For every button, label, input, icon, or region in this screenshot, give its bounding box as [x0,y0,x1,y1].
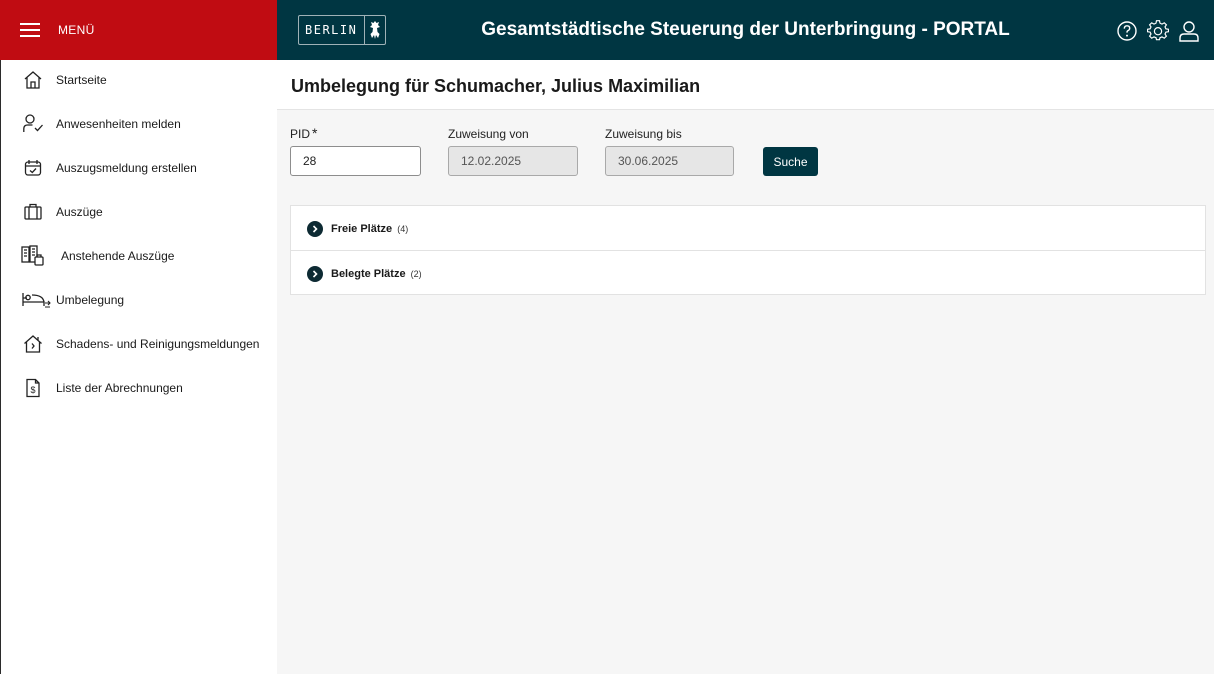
accordion-item-belegte-plaetze[interactable]: Belegte Plätze (2) [291,250,1205,294]
page-title: Umbelegung für Schumacher, Julius Maximi… [291,76,701,96]
accordion-title: Belegte Plätze (2) [331,268,422,280]
sidebar-item-schadensmeldungen[interactable]: Schadens- und Reinigungsmeldungen [1,324,278,364]
zuweisung-von-field [448,146,578,176]
calendar-check-icon [23,158,43,178]
sidebar-item-auszugsmeldung[interactable]: Auszugsmeldung erstellen [1,148,278,188]
berlin-logo[interactable]: BERLIN [298,15,386,45]
house-alert-icon [23,334,43,354]
page-title-bar: Umbelegung für Schumacher, Julius Maximi… [277,60,1214,110]
main-content: Umbelegung für Schumacher, Julius Maximi… [277,60,1214,674]
accordion: Freie Plätze (4) Belegte Plätze (2) [290,205,1206,295]
bed-icon [22,290,52,310]
pid-label: PID * [290,125,318,141]
berlin-bear-icon [365,20,385,40]
required-mark: * [312,125,318,141]
menu-label: MENÜ [58,23,95,37]
berlin-logo-text: BERLIN [299,16,366,44]
sidebar-item-umbelegung[interactable]: Umbelegung [1,280,278,320]
sidebar-item-label: Liste der Abrechnungen [56,381,183,395]
chevron-right-icon [307,266,323,282]
buildings-icon [21,245,45,266]
sidebar-item-label: Startseite [56,73,107,87]
sidebar-item-startseite[interactable]: Startseite [1,60,278,100]
sidebar-item-label: Anwesenheiten melden [56,117,181,131]
sidebar-nav: Startseite Anwesenheiten melden Auszugsm… [0,60,277,674]
sidebar-item-auszuege[interactable]: Auszüge [1,192,278,232]
sidebar-item-label: Schadens- und Reinigungsmeldungen [56,337,260,351]
sidebar-item-label: Auszugsmeldung erstellen [56,161,197,175]
sidebar-item-anwesenheiten[interactable]: Anwesenheiten melden [1,104,278,144]
home-icon [23,70,43,90]
zuweisung-von-label: Zuweisung von [448,127,529,141]
briefcase-icon [23,202,43,222]
hamburger-icon [20,23,40,37]
sidebar-item-label: Anstehende Auszüge [61,249,175,263]
sidebar-item-label: Auszüge [56,205,103,219]
accordion-title: Freie Plätze (4) [331,223,409,235]
sidebar-item-anstehende-auszuege[interactable]: Anstehende Auszüge [1,236,278,276]
accordion-item-freie-plaetze[interactable]: Freie Plätze (4) [291,206,1205,250]
invoice-icon: $ [23,378,43,398]
accordion-count: (2) [410,269,422,279]
svg-text:$: $ [30,385,35,395]
chevron-right-icon [307,221,323,237]
zuweisung-bis-field [605,146,734,176]
search-button[interactable]: Suche [763,147,818,176]
menu-toggle-button[interactable]: MENÜ [0,0,277,60]
sidebar-item-abrechnungen[interactable]: $ Liste der Abrechnungen [1,368,278,408]
gear-icon[interactable] [1147,20,1169,42]
top-header: BERLIN Gesamtstädtische Steuerung der Un… [277,0,1214,60]
user-check-icon [23,114,43,134]
user-icon[interactable] [1178,20,1200,42]
zuweisung-bis-label: Zuweisung bis [605,127,682,141]
portal-title: Gesamtstädtische Steuerung der Unterbrin… [481,19,1010,40]
accordion-count: (4) [397,224,409,234]
pid-input[interactable] [290,146,421,176]
sidebar-item-label: Umbelegung [56,293,125,307]
help-icon[interactable] [1116,20,1138,42]
